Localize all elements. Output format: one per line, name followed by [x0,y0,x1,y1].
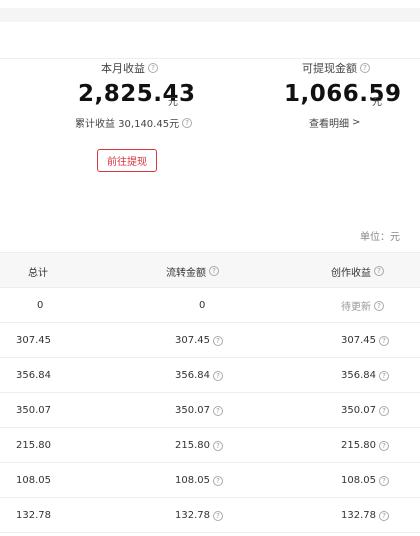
withdrawable-label: 可提现金额 ? [302,60,370,76]
info-icon[interactable]: ? [360,63,370,73]
monthly-income-unit: 元 [168,97,178,108]
cell-flow: 132.78 ? [175,498,223,533]
cell-creation: 132.78 ? [341,498,389,533]
info-icon[interactable]: ? [213,370,223,381]
table-row: 108.05 108.05 ? 108.05 ? [0,463,420,498]
table-row: 0 0 待更新 ? [0,288,420,323]
info-icon[interactable]: ? [379,510,389,521]
info-icon[interactable]: ? [379,475,389,486]
table-row: 215.80 215.80 ? 215.80 ? [0,428,420,463]
chevron-right-icon: > [352,117,361,128]
cell-creation: 待更新 ? [341,288,384,323]
header-flow-amount: 流转金额 ? [166,253,219,289]
info-icon[interactable]: ? [374,266,384,276]
cell-creation: 215.80 ? [341,428,389,463]
cell-flow: 0 [199,300,206,311]
info-icon[interactable]: ? [182,117,193,128]
info-icon[interactable]: ? [379,370,389,381]
cumulative-income: 累计收益 30,140.45元 ? [75,115,193,130]
view-details-link[interactable]: 查看明细 > [309,115,360,130]
cell-total: 356.84 [16,370,51,381]
info-icon[interactable]: ? [213,405,223,416]
table-row: 132.78 132.78 ? 132.78 ? [0,498,420,533]
info-icon[interactable]: ? [213,335,223,346]
info-icon[interactable]: ? [148,63,158,73]
info-icon[interactable]: ? [379,440,389,451]
header-strip [0,8,420,22]
cell-creation: 108.05 ? [341,463,389,498]
cell-creation: 307.45 ? [341,323,389,358]
divider [0,58,420,59]
info-icon[interactable]: ? [379,405,389,416]
table-row: 307.45 307.45 ? 307.45 ? [0,323,420,358]
info-icon[interactable]: ? [213,475,223,486]
info-icon[interactable]: ? [379,335,389,346]
cell-flow: 108.05 ? [175,463,223,498]
cell-flow: 350.07 ? [175,393,223,428]
cell-total: 132.78 [16,510,51,521]
unit-note: 单位：元 [360,232,400,243]
top-band [0,0,420,8]
withdrawable-unit: 元 [372,97,382,108]
cell-total: 0 [37,300,44,311]
cell-total: 307.45 [16,335,51,346]
summary-header [0,22,420,58]
table-header: 总计 流转金额 ? 创作收益 ? [0,252,420,288]
cell-total: 350.07 [16,405,51,416]
info-icon[interactable]: ? [209,266,219,276]
withdraw-button[interactable]: 前往提现 [97,149,157,172]
table-row: 350.07 350.07 ? 350.07 ? [0,393,420,428]
info-icon[interactable]: ? [213,510,223,521]
cell-total: 215.80 [16,440,51,451]
cell-creation: 350.07 ? [341,393,389,428]
withdrawable-value: 1,066.59 [284,81,402,107]
header-creation-income: 创作收益 ? [331,253,384,289]
cell-flow: 307.45 ? [175,323,223,358]
info-icon[interactable]: ? [374,300,384,311]
info-icon[interactable]: ? [213,440,223,451]
table-row: 356.84 356.84 ? 356.84 ? [0,358,420,393]
monthly-income-label: 本月收益 ? [101,60,158,76]
header-total: 总计 [28,267,48,279]
cell-creation: 356.84 ? [341,358,389,393]
cell-flow: 215.80 ? [175,428,223,463]
cell-total: 108.05 [16,475,51,486]
cell-flow: 356.84 ? [175,358,223,393]
